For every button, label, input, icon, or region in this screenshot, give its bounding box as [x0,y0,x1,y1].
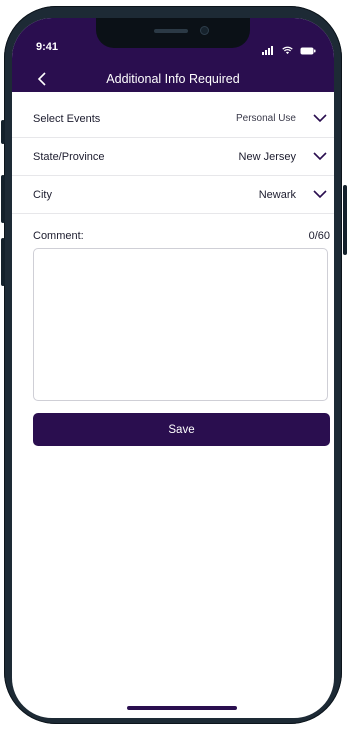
wifi-icon [281,46,293,55]
comment-character-counter: 0/60 [308,230,330,242]
chevron-down-icon [313,114,327,123]
chevron-down-icon [313,190,327,199]
state-province-value: New Jersey [238,151,296,163]
state-province-label: State/Province [33,151,105,163]
chevron-down-icon [313,152,327,161]
silent-switch [1,120,5,144]
signal-icon [262,46,274,56]
power-button [343,185,347,255]
city-dropdown[interactable]: City Newark [12,176,334,214]
app-header: 9:41 Additional Info Required [12,18,334,92]
page-title: Additional Info Required [106,72,240,86]
phone-screen: 9:41 Additional Info Required Select Eve… [12,18,334,718]
select-events-label: Select Events [33,113,101,125]
notch [96,18,250,48]
save-button[interactable]: Save [33,413,330,446]
front-camera [200,26,209,35]
select-events-dropdown[interactable]: Select Events Personal Use [12,100,334,138]
comment-label: Comment: [33,230,84,242]
select-events-value: Personal Use [235,113,296,124]
state-province-dropdown[interactable]: State/Province New Jersey [12,138,334,176]
home-indicator [127,706,237,710]
speaker-grille [154,29,188,33]
volume-up-button [1,175,5,223]
city-value: Newark [258,189,296,201]
status-time: 9:41 [36,41,59,53]
status-icons [259,42,316,56]
comment-input[interactable] [33,248,328,401]
battery-icon [300,47,316,55]
city-label: City [33,189,52,201]
volume-down-button [1,238,5,286]
